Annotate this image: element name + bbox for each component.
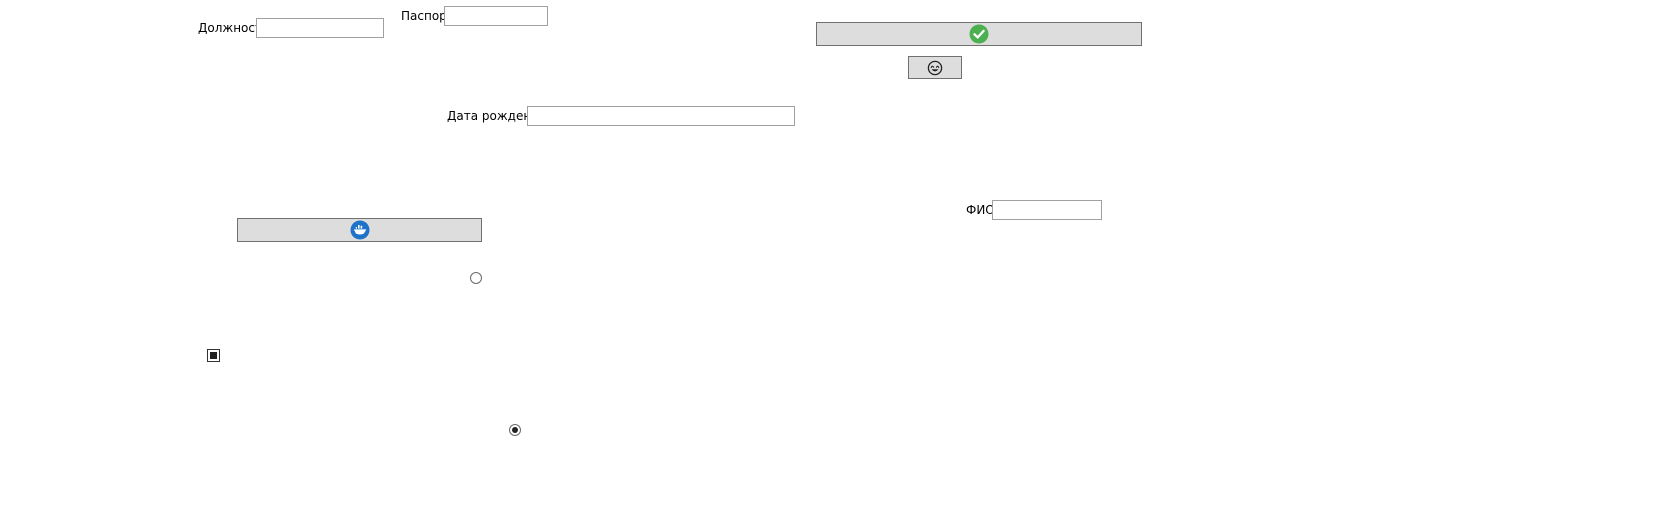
ship-button[interactable] [237,218,482,242]
checkbox[interactable] [207,349,220,362]
confirm-button[interactable] [816,22,1142,46]
passport-field[interactable] [444,6,548,26]
radio-button[interactable] [470,272,482,284]
birth-date-field[interactable] [527,106,795,126]
checkbox-indeterminate-mark [210,352,217,359]
face-button[interactable] [908,56,962,79]
full-name-label: ФИО [966,203,995,217]
smiley-face-icon [927,60,943,76]
position-field[interactable] [256,18,384,38]
full-name-field[interactable] [992,200,1102,220]
radio-selected-dot [512,427,518,433]
radio-button-selected[interactable] [509,424,521,436]
ship-icon [350,220,370,240]
checkmark-icon [969,24,989,44]
